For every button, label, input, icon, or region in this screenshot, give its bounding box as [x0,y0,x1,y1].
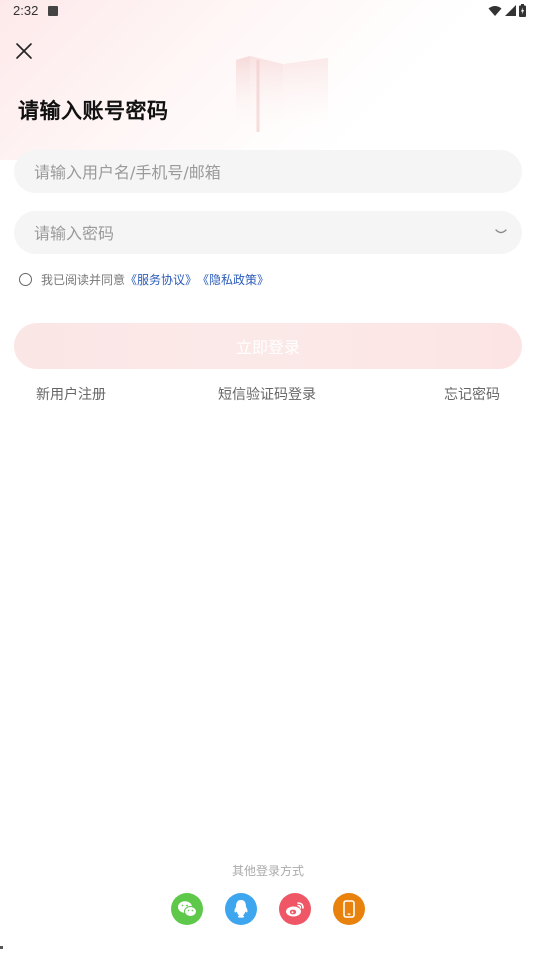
edge-marker [0,946,3,949]
agreement-text: 我已阅读并同意 [41,272,126,287]
phone-icon [343,900,355,918]
forgot-password-link[interactable]: 忘记密码 [444,384,500,404]
other-login-label: 其他登录方式 [231,864,304,878]
wechat-icon [178,901,197,917]
username-input[interactable] [32,150,476,195]
register-link[interactable]: 新用户注册 [36,384,106,404]
sms-login-link[interactable]: 短信验证码登录 [218,384,316,404]
agreement-row: 我已阅读并同意 《服务协议》 《隐私政策》 [19,270,269,288]
password-field[interactable] [14,211,522,256]
status-indicators [488,4,526,17]
auxiliary-links: 新用户注册 短信验证码登录 忘记密码 [0,384,536,404]
service-agreement-link[interactable]: 《服务协议》 [125,271,197,288]
password-input[interactable] [32,211,476,256]
agreement-checkbox[interactable] [19,272,32,286]
status-time: 2:32 [13,3,39,18]
privacy-policy-link[interactable]: 《隐私政策》 [197,271,269,288]
weibo-icon [286,902,304,917]
qq-login-button[interactable] [225,893,257,925]
eye-closed-icon[interactable] [494,227,508,237]
wechat-login-button[interactable] [171,893,203,925]
battery-icon [519,4,526,17]
page-title: 请输入账号密码 [18,98,169,123]
phone-login-button[interactable] [333,893,365,925]
weibo-login-button[interactable] [279,893,311,925]
status-bar: 2:32 [0,0,536,24]
close-icon[interactable] [12,39,36,63]
qq-icon [234,900,248,918]
social-login-row [171,893,365,925]
wifi-icon [488,5,502,16]
notification-icon [48,6,58,16]
login-button[interactable]: 立即登录 [14,323,522,369]
signal-icon [505,5,516,16]
username-field[interactable] [14,150,522,195]
login-screen: 2:32 请输入账号密码 我 [0,0,536,954]
book-decoration-icon [236,56,328,136]
